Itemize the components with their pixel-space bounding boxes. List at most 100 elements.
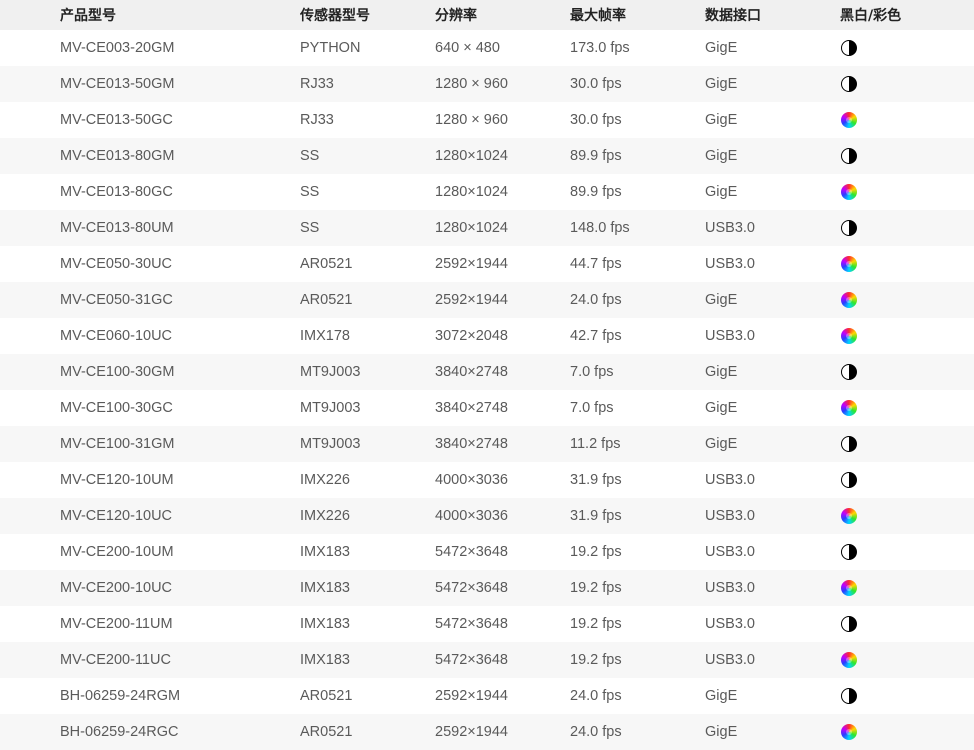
cell-sensor: MT9J003 <box>300 390 435 426</box>
cell-model[interactable]: MV-CE013-80GC <box>60 174 300 210</box>
cell-model[interactable]: MV-CE013-50GC <box>60 102 300 138</box>
cell-sensor: IMX183 <box>300 606 435 642</box>
cell-model[interactable]: MV-CE100-31GM <box>60 426 300 462</box>
table-row[interactable]: MV-CE013-80GM SS 1280×1024 89.9 fps GigE <box>0 138 974 174</box>
cell-framerate: 7.0 fps <box>570 354 705 390</box>
cell-model[interactable]: MV-CE013-80GM <box>60 138 300 174</box>
row-spacer <box>0 498 60 534</box>
cell-interface: GigE <box>705 426 840 462</box>
cell-interface: GigE <box>705 354 840 390</box>
cell-framerate: 44.7 fps <box>570 246 705 282</box>
cell-resolution: 3840×2748 <box>435 354 570 390</box>
cell-interface: USB3.0 <box>705 318 840 354</box>
cell-color-type <box>840 318 974 354</box>
monochrome-icon <box>841 616 857 633</box>
cell-model[interactable]: MV-CE200-11UM <box>60 606 300 642</box>
header-sensor[interactable]: 传感器型号 <box>300 0 435 30</box>
row-spacer <box>0 714 60 750</box>
cell-color-type <box>840 30 974 66</box>
table-row[interactable]: MV-CE050-31GC AR0521 2592×1944 24.0 fps GigE <box>0 282 974 318</box>
color-wheel-icon <box>841 256 857 273</box>
cell-resolution: 5472×3648 <box>435 642 570 678</box>
cell-interface: GigE <box>705 138 840 174</box>
cell-interface: GigE <box>705 102 840 138</box>
cell-sensor: AR0521 <box>300 714 435 750</box>
cell-model[interactable]: MV-CE050-30UC <box>60 246 300 282</box>
cell-sensor: IMX183 <box>300 534 435 570</box>
table-row[interactable]: MV-CE120-10UM IMX226 4000×3036 31.9 fps USB3… <box>0 462 974 498</box>
table-row[interactable]: MV-CE200-10UC IMX183 5472×3648 19.2 fps USB3… <box>0 570 974 606</box>
header-model[interactable]: 产品型号 <box>60 0 300 30</box>
cell-framerate: 19.2 fps <box>570 642 705 678</box>
header-interface[interactable]: 数据接口 <box>705 0 840 30</box>
header-resolution[interactable]: 分辨率 <box>435 0 570 30</box>
cell-resolution: 1280 × 960 <box>435 66 570 102</box>
cell-interface: USB3.0 <box>705 462 840 498</box>
cell-resolution: 5472×3648 <box>435 534 570 570</box>
table-row[interactable]: MV-CE200-11UC IMX183 5472×3648 19.2 fps USB3… <box>0 642 974 678</box>
cell-model[interactable]: BH-06259-24RGM <box>60 678 300 714</box>
row-spacer <box>0 354 60 390</box>
table-row[interactable]: MV-CE100-30GM MT9J003 3840×2748 7.0 fps GigE <box>0 354 974 390</box>
cell-resolution: 1280 × 960 <box>435 102 570 138</box>
cell-resolution: 1280×1024 <box>435 210 570 246</box>
row-spacer <box>0 318 60 354</box>
cell-model[interactable]: MV-CE100-30GM <box>60 354 300 390</box>
cell-interface: USB3.0 <box>705 606 840 642</box>
monochrome-icon <box>841 472 857 489</box>
table-row[interactable]: MV-CE003-20GM PYTHON 640 × 480 173.0 fps Gig… <box>0 30 974 66</box>
table-row[interactable]: BH-06259-24RGC AR0521 2592×1944 24.0 fps Gig… <box>0 714 974 750</box>
header-framerate[interactable]: 最大帧率 <box>570 0 705 30</box>
table-row[interactable]: MV-CE060-10UC IMX178 3072×2048 42.7 fps USB3… <box>0 318 974 354</box>
cell-interface: GigE <box>705 174 840 210</box>
cell-framerate: 19.2 fps <box>570 606 705 642</box>
cell-framerate: 31.9 fps <box>570 462 705 498</box>
cell-interface: USB3.0 <box>705 534 840 570</box>
table-row[interactable]: MV-CE200-10UM IMX183 5472×3648 19.2 fps USB3… <box>0 534 974 570</box>
cell-model[interactable]: MV-CE120-10UM <box>60 462 300 498</box>
cell-model[interactable]: MV-CE200-11UC <box>60 642 300 678</box>
cell-model[interactable]: MV-CE200-10UM <box>60 534 300 570</box>
cell-framerate: 30.0 fps <box>570 66 705 102</box>
cell-model[interactable]: MV-CE050-31GC <box>60 282 300 318</box>
cell-framerate: 7.0 fps <box>570 390 705 426</box>
cell-framerate: 89.9 fps <box>570 174 705 210</box>
cell-model[interactable]: MV-CE200-10UC <box>60 570 300 606</box>
cell-color-type <box>840 66 974 102</box>
cell-model[interactable]: MV-CE003-20GM <box>60 30 300 66</box>
table-row[interactable]: MV-CE050-30UC AR0521 2592×1944 44.7 fps USB3… <box>0 246 974 282</box>
cell-sensor: MT9J003 <box>300 426 435 462</box>
monochrome-icon <box>841 436 857 453</box>
cell-resolution: 3840×2748 <box>435 426 570 462</box>
cell-resolution: 3840×2748 <box>435 390 570 426</box>
cell-model[interactable]: BH-06259-24RGC <box>60 714 300 750</box>
cell-color-type <box>840 714 974 750</box>
table-row[interactable]: MV-CE013-80GC SS 1280×1024 89.9 fps GigE <box>0 174 974 210</box>
cell-color-type <box>840 390 974 426</box>
cell-model[interactable]: MV-CE013-80UM <box>60 210 300 246</box>
cell-framerate: 173.0 fps <box>570 30 705 66</box>
row-spacer <box>0 390 60 426</box>
cell-model[interactable]: MV-CE120-10UC <box>60 498 300 534</box>
cell-color-type <box>840 678 974 714</box>
cell-resolution: 1280×1024 <box>435 138 570 174</box>
table-row[interactable]: MV-CE120-10UC IMX226 4000×3036 31.9 fps USB3… <box>0 498 974 534</box>
cell-sensor: IMX226 <box>300 498 435 534</box>
cell-sensor: RJ33 <box>300 102 435 138</box>
table-row[interactable]: MV-CE013-80UM SS 1280×1024 148.0 fps USB3.0 <box>0 210 974 246</box>
monochrome-icon <box>841 40 857 57</box>
cell-color-type <box>840 462 974 498</box>
cell-model[interactable]: MV-CE060-10UC <box>60 318 300 354</box>
cell-model[interactable]: MV-CE013-50GM <box>60 66 300 102</box>
table-row[interactable]: MV-CE013-50GM RJ33 1280 × 960 30.0 fps GigE <box>0 66 974 102</box>
table-row[interactable]: BH-06259-24RGM AR0521 2592×1944 24.0 fps Gig… <box>0 678 974 714</box>
table-row[interactable]: MV-CE100-31GM MT9J003 3840×2748 11.2 fps Gig… <box>0 426 974 462</box>
cell-color-type <box>840 606 974 642</box>
table-row[interactable]: MV-CE100-30GC MT9J003 3840×2748 7.0 fps GigE <box>0 390 974 426</box>
table-row[interactable]: MV-CE200-11UM IMX183 5472×3648 19.2 fps USB3… <box>0 606 974 642</box>
header-color-type[interactable]: 黑白/彩色 <box>840 0 974 30</box>
table-row[interactable]: MV-CE013-50GC RJ33 1280 × 960 30.0 fps GigE <box>0 102 974 138</box>
row-spacer <box>0 30 60 66</box>
cell-model[interactable]: MV-CE100-30GC <box>60 390 300 426</box>
row-spacer <box>0 282 60 318</box>
